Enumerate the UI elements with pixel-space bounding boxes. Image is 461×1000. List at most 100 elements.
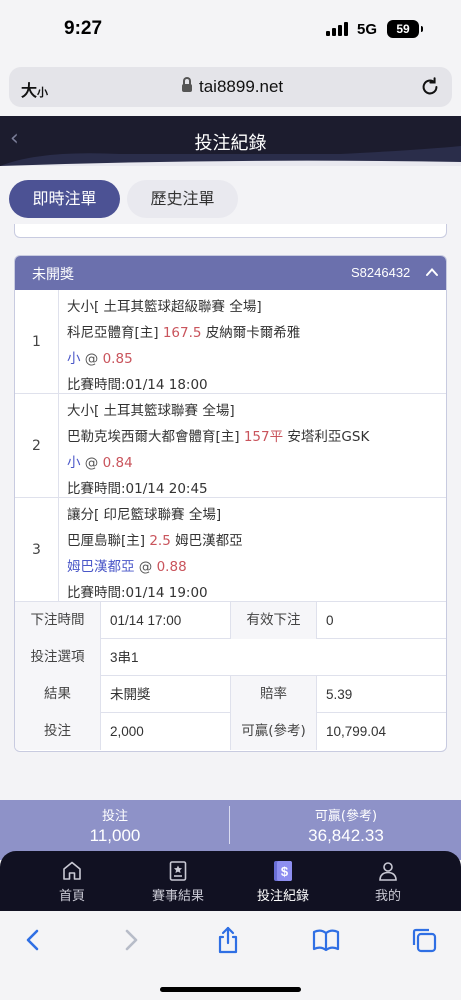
bookmarks-icon[interactable]	[311, 925, 341, 955]
leg-at: @	[84, 351, 99, 367]
browser-toolbar	[0, 911, 461, 1000]
bet-leg: 3 讓分[ 印尼籃球聯賽 全場] 巴厘島聯[主] 2.5 姆巴漢都亞 姆巴漢都亞…	[15, 498, 446, 602]
leg-pick: 姆巴漢都亞	[67, 559, 135, 575]
result-value: 未開獎	[101, 676, 231, 713]
chevron-up-icon[interactable]	[425, 265, 439, 279]
leg-index: 2	[15, 394, 59, 497]
browser-back-icon[interactable]	[18, 925, 48, 955]
leg-index: 1	[15, 290, 59, 393]
tab-history-bets[interactable]: 歷史注單	[127, 180, 238, 218]
leg-line-value: 2.5	[149, 533, 171, 549]
network-type: 5G	[357, 21, 378, 38]
bet-leg: 1 大小[ 土耳其籃球超級聯賽 全場] 科尼亞體育[主] 167.5 皮納爾卡爾…	[15, 290, 446, 394]
bet-option-label: 投注選項	[15, 639, 101, 676]
leg-pick-line: 小 @ 0.85	[67, 347, 133, 367]
leg-market: 大小	[67, 299, 94, 315]
bottom-nav: 首頁 賽事結果 $ 投注紀錄 我的	[0, 851, 461, 911]
nav-bet-record[interactable]: $ 投注紀錄	[233, 851, 333, 909]
leg-away-team: 安塔利亞GSK	[287, 429, 370, 445]
total-win-value: 36,842.33	[308, 826, 384, 845]
leg-league: [ 印尼籃球聯賽 全場]	[94, 507, 222, 523]
order-card-header[interactable]: 未開獎 S8246432	[15, 256, 446, 290]
info-row-bet-time: 下注時間 01/14 17:00 有效下注 0	[15, 602, 446, 639]
nav-home[interactable]: 首頁	[22, 851, 122, 909]
status-time: 9:27	[64, 18, 103, 39]
total-stake-value: 11,000	[89, 826, 141, 845]
header-curve-decoration	[0, 146, 461, 166]
lock-icon	[182, 77, 192, 92]
browser-forward-icon[interactable]	[116, 925, 146, 955]
leg-odds: 0.88	[156, 559, 187, 575]
leg-market-line: 大小[ 土耳其籃球聯賽 全場]	[67, 399, 235, 419]
leg-teams-line: 科尼亞體育[主] 167.5 皮納爾卡爾希雅	[67, 321, 300, 341]
leg-line-value: 157平	[243, 429, 284, 445]
home-icon	[63, 861, 81, 880]
tab-live-bets[interactable]: 即時注單	[9, 180, 120, 218]
result-label: 結果	[15, 676, 101, 713]
nav-profile[interactable]: 我的	[338, 851, 438, 909]
leg-league: [ 土耳其籃球超級聯賽 全場]	[94, 299, 262, 315]
results-icon	[169, 861, 187, 881]
url-text: tai8899.net	[199, 77, 284, 96]
leg-league: [ 土耳其籃球聯賽 全場]	[94, 403, 235, 419]
bet-leg: 2 大小[ 土耳其籃球聯賽 全場] 巴勒克埃西爾大都會體育[主] 157平 安塔…	[15, 394, 446, 498]
nav-results[interactable]: 賽事結果	[128, 851, 228, 909]
order-id: S8246432	[351, 265, 411, 280]
stake-label: 投注	[15, 713, 101, 750]
nav-label: 賽事結果	[151, 889, 204, 904]
bet-time-value: 01/14 17:00	[101, 602, 231, 639]
leg-teams-line: 巴厘島聯[主] 2.5 姆巴漢都亞	[67, 529, 243, 549]
summary-divider	[229, 806, 230, 844]
svg-text:$: $	[281, 864, 289, 879]
leg-pick: 小	[67, 455, 81, 471]
share-icon[interactable]	[213, 925, 243, 955]
leg-home-team: 科尼亞體育[主]	[67, 325, 159, 341]
text-size-large: 大	[21, 81, 38, 100]
nav-label: 投注紀錄	[256, 889, 309, 904]
battery-icon: 59	[387, 20, 423, 38]
nav-label: 我的	[374, 889, 401, 904]
status-bar: 9:27 5G 59	[0, 0, 461, 62]
nav-label: 首頁	[58, 889, 85, 904]
browser-address-area: 大小 tai8899.net	[0, 62, 461, 116]
bet-order-card: 未開獎 S8246432 1 大小[ 土耳其籃球超級聯賽 全場] 科尼亞體育[主…	[14, 255, 447, 752]
total-stake-label: 投注	[101, 809, 128, 824]
valid-bet-value: 0	[326, 613, 334, 628]
record-tabs: 即時注單 歷史注單	[0, 166, 461, 232]
text-size-button[interactable]: 大小	[21, 77, 48, 101]
text-size-small: 小	[37, 86, 49, 99]
stake-value: 2,000	[101, 713, 231, 750]
bet-option-value: 3串1	[110, 650, 139, 665]
bet-time-label: 下注時間	[15, 602, 101, 639]
leg-market-line: 大小[ 土耳其籃球超級聯賽 全場]	[67, 295, 262, 315]
leg-pick-line: 姆巴漢都亞 @ 0.88	[67, 555, 187, 575]
leg-teams-line: 巴勒克埃西爾大都會體育[主] 157平 安塔利亞GSK	[67, 425, 369, 445]
reload-icon[interactable]	[419, 76, 441, 98]
leg-index: 3	[15, 498, 59, 601]
leg-at: @	[84, 455, 99, 471]
leg-match-time: 比賽時間:01/14 19:00	[67, 585, 208, 601]
odds-value: 5.39	[326, 687, 353, 702]
total-win-label: 可贏(參考)	[314, 809, 378, 824]
address-bar[interactable]: 大小 tai8899.net	[9, 67, 452, 107]
bet-record-icon: $	[274, 861, 292, 881]
leg-line-value: 167.5	[162, 325, 202, 341]
leg-match-time: 比賽時間:01/14 20:45	[67, 481, 208, 497]
leg-pick: 小	[67, 351, 81, 367]
leg-home-team: 巴厘島聯[主]	[67, 533, 146, 549]
leg-match-time: 比賽時間:01/14 18:00	[67, 377, 208, 393]
leg-market: 大小	[67, 403, 94, 419]
signal-icon	[326, 22, 348, 36]
previous-card-edge	[14, 224, 447, 238]
leg-odds: 0.84	[102, 455, 133, 471]
home-indicator	[160, 987, 301, 992]
leg-away-team: 姆巴漢都亞	[175, 533, 243, 549]
leg-odds: 0.85	[102, 351, 133, 367]
info-row-stake: 投注 2,000 可贏(參考) 10,799.04	[15, 713, 446, 750]
leg-market-line: 讓分[ 印尼籃球聯賽 全場]	[67, 503, 221, 523]
app-header: ‹ 投注紀錄	[0, 116, 461, 166]
potential-win-value: 10,799.04	[326, 724, 387, 739]
leg-away-team: 皮納爾卡爾希雅	[205, 325, 301, 341]
tabs-icon[interactable]	[409, 925, 439, 955]
info-row-result: 結果 未開獎 賠率 5.39	[15, 676, 446, 713]
